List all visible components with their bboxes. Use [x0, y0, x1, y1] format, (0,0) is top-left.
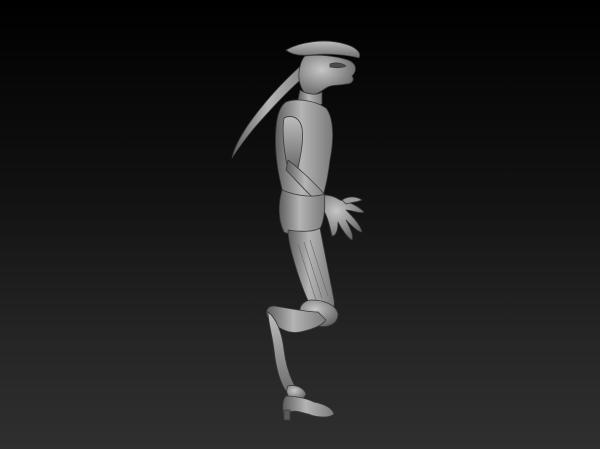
hand-finger — [341, 196, 363, 205]
sculpt-viewport[interactable] — [0, 0, 600, 449]
sculpt-render — [231, 40, 365, 421]
shorts — [278, 189, 326, 236]
head — [298, 54, 356, 97]
alien-figure — [231, 40, 365, 421]
shoe-heel — [283, 409, 291, 421]
arm-upper — [282, 116, 303, 169]
